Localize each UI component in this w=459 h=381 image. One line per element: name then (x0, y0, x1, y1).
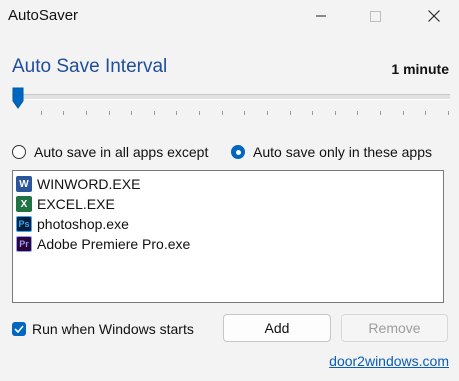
photoshop-icon: Ps (16, 216, 32, 232)
minimize-icon (316, 15, 326, 17)
add-button[interactable]: Add (223, 314, 331, 342)
checkbox-label: Run when Windows starts (32, 321, 194, 337)
app-list[interactable]: W WINWORD.EXE X EXCEL.EXE Ps photoshop.e… (12, 170, 444, 303)
slider-tick (290, 111, 291, 115)
list-item[interactable]: Pr Adobe Premiere Pro.exe (13, 234, 443, 254)
slider-tick (131, 111, 132, 115)
interval-value: 1 minute (391, 61, 449, 77)
run-at-startup-checkbox[interactable]: Run when Windows starts (12, 321, 194, 337)
list-item[interactable]: Ps photoshop.exe (13, 214, 443, 234)
maximize-button (352, 0, 398, 32)
radio-only-these-apps[interactable]: Auto save only in these apps (231, 144, 432, 160)
checkbox-checked[interactable] (12, 322, 26, 336)
app-name: WINWORD.EXE (37, 176, 141, 192)
interval-slider[interactable] (12, 86, 450, 116)
app-name: Adobe Premiere Pro.exe (37, 236, 191, 252)
slider-tick (199, 111, 200, 115)
slider-tick (244, 111, 245, 115)
remove-button: Remove (341, 314, 448, 342)
radio-button-selected[interactable] (231, 145, 245, 159)
list-item[interactable]: X EXCEL.EXE (13, 194, 443, 214)
list-item[interactable]: W WINWORD.EXE (13, 174, 443, 194)
slider-tick (176, 111, 177, 115)
slider-tick (312, 111, 313, 115)
checkmark-icon (14, 325, 24, 333)
website-link[interactable]: door2windows.com (329, 353, 449, 369)
slider-tick (109, 111, 110, 115)
app-name: photoshop.exe (37, 216, 129, 232)
interval-heading: Auto Save Interval (12, 56, 168, 77)
slider-tick (403, 111, 404, 115)
maximize-icon (369, 10, 381, 22)
window-title: AutoSaver (8, 7, 79, 24)
title-bar[interactable]: AutoSaver (0, 0, 459, 32)
radio-label: Auto save only in these apps (253, 144, 433, 160)
slider-tick (335, 111, 336, 115)
radio-all-apps-except[interactable]: Auto save in all apps except (12, 144, 208, 160)
slider-tick (86, 111, 87, 115)
slider-tick (222, 111, 223, 115)
slider-tick (380, 111, 381, 115)
slider-tick (154, 111, 155, 115)
word-icon: W (16, 176, 32, 192)
slider-thumb[interactable] (12, 87, 24, 109)
close-button[interactable] (411, 0, 457, 32)
slider-tick (448, 111, 449, 115)
app-name: EXCEL.EXE (37, 196, 115, 212)
premiere-icon: Pr (16, 236, 32, 252)
close-icon (428, 10, 440, 22)
radio-button[interactable] (12, 145, 26, 159)
slider-tick (41, 111, 42, 115)
slider-tick (267, 111, 268, 115)
radio-label: Auto save in all apps except (34, 144, 209, 160)
minimize-button[interactable] (298, 0, 344, 32)
slider-tick (357, 111, 358, 115)
slider-track (12, 94, 450, 100)
slider-tick (63, 111, 64, 115)
slider-tick (425, 111, 426, 115)
excel-icon: X (16, 196, 32, 212)
